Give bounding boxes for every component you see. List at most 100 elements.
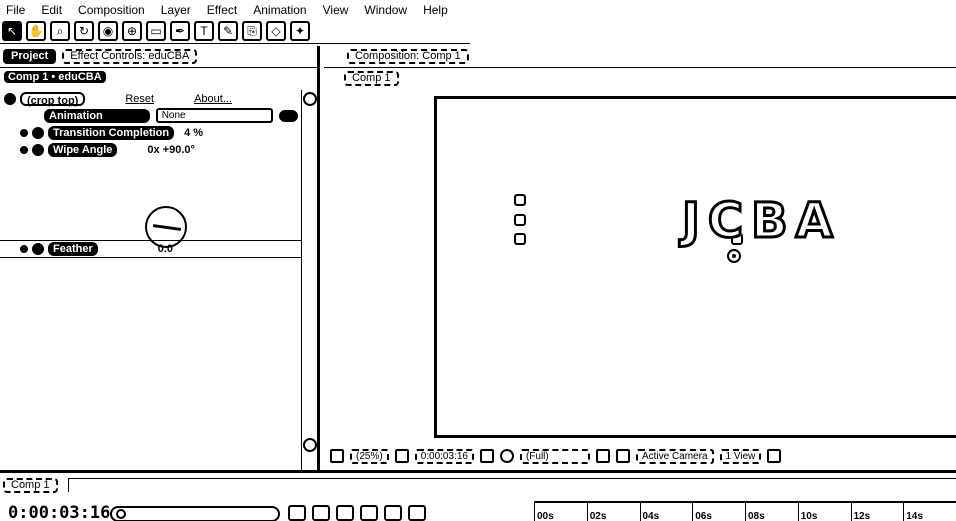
rotate-tool-icon[interactable]: ↻ [74, 21, 94, 41]
prop-value[interactable]: 4 % [184, 127, 203, 139]
camera-tool-icon[interactable]: ◉ [98, 21, 118, 41]
expand-triangle-icon[interactable] [20, 145, 28, 154]
composition-mini-flowchart-icon[interactable] [288, 505, 306, 521]
search-icon [116, 509, 126, 519]
rectangle-tool-icon[interactable]: ▭ [146, 21, 166, 41]
hand-tool-icon[interactable]: ✋ [26, 21, 46, 41]
presets-label: Animation Presets: [44, 108, 150, 136]
left-tab-bar: Project Effect Controls: eduCBA [0, 46, 317, 68]
effect-controls-header: Comp 1 • eduCBA [0, 68, 317, 85]
effect-list: (crop top) Reset About... Animation Pres… [0, 90, 302, 470]
prop-value[interactable]: 0.0 [158, 243, 173, 255]
timeline-tab-strip [68, 478, 956, 492]
presets-dropdown[interactable]: None [155, 108, 273, 123]
expand-triangle-icon[interactable] [20, 244, 28, 253]
prop-wipe-angle: Wipe Angle 0x +90.0° [0, 141, 302, 158]
menu-window[interactable]: Window [364, 3, 407, 17]
selection-tool-icon[interactable]: ↖ [2, 21, 22, 41]
timeline-tab[interactable]: Comp 1 [3, 478, 58, 493]
ruler-tick: 10s [797, 503, 851, 521]
ruler-tick: 12s [850, 503, 904, 521]
comp-subtab[interactable]: Comp 1 [344, 70, 399, 86]
layer-handle[interactable] [514, 214, 526, 226]
stopwatch-icon[interactable] [32, 143, 44, 156]
channel-icon[interactable] [499, 449, 514, 463]
presets-nav-icon[interactable] [278, 109, 298, 122]
divider [0, 257, 302, 258]
clone-tool-icon[interactable]: ⎘ [242, 21, 262, 41]
menu-animation[interactable]: Animation [253, 3, 306, 17]
ruler-tick: 14s [903, 503, 956, 521]
text-tool-icon[interactable]: T [194, 21, 214, 41]
effect-name: (crop top) [20, 91, 86, 107]
comp-layer-label: Comp 1 • eduCBA [4, 70, 106, 83]
ruler-tick: 02s [586, 503, 640, 521]
graph-editor-icon[interactable] [408, 505, 426, 521]
always-preview-icon[interactable] [330, 449, 344, 463]
ruler-tick: 04s [639, 503, 693, 521]
transparency-grid-icon[interactable] [615, 449, 630, 463]
zoom-tool-icon[interactable]: ⌕ [50, 21, 70, 41]
stopwatch-icon[interactable] [32, 126, 44, 139]
reset-link[interactable]: Reset [125, 93, 154, 105]
presets-row: Animation Presets: None [0, 107, 302, 136]
prop-value[interactable]: 0x +90.0° [147, 144, 195, 156]
pen-tool-icon[interactable]: ✒ [170, 21, 190, 41]
timeline-timecode[interactable]: 0:00:03:16 [8, 503, 110, 521]
menu-edit[interactable]: Edit [41, 3, 62, 17]
region-of-interest-icon[interactable] [595, 449, 610, 463]
stopwatch-icon[interactable] [32, 242, 44, 255]
effect-controls-panel: Project Effect Controls: eduCBA Comp 1 •… [0, 46, 320, 470]
effect-row[interactable]: (crop top) Reset About... [0, 90, 302, 107]
effect-toggle-icon[interactable] [4, 92, 16, 105]
draft-3d-icon[interactable] [312, 505, 330, 521]
menu-bar: File Edit Composition Layer Effect Anima… [0, 0, 956, 19]
tab-effect-controls[interactable]: Effect Controls: eduCBA [62, 49, 198, 64]
tab-project[interactable]: Project [3, 49, 57, 64]
resolution-dropdown[interactable]: (Full) [519, 448, 590, 464]
eraser-tool-icon[interactable]: ◇ [266, 21, 286, 41]
timeline-search-input[interactable] [110, 506, 280, 521]
tools-toolbar: ↖ ✋ ⌕ ↻ ◉ ⊕ ▭ ✒ T ✎ ⎘ ◇ ✦ [0, 19, 470, 44]
active-camera-dropdown[interactable]: Active Camera [635, 448, 714, 464]
hide-shy-icon[interactable] [336, 505, 354, 521]
scroll-down-icon[interactable] [303, 438, 317, 452]
timeline-switches [288, 505, 426, 521]
motion-blur-icon[interactable] [384, 505, 402, 521]
expand-triangle-icon[interactable] [20, 128, 28, 137]
menu-help[interactable]: Help [423, 3, 448, 17]
pan-behind-tool-icon[interactable]: ⊕ [122, 21, 142, 41]
vertical-scrollbar[interactable] [301, 90, 317, 470]
layer-handle[interactable] [514, 194, 526, 206]
pixel-aspect-icon[interactable] [767, 449, 782, 463]
layer-handle[interactable] [514, 233, 526, 245]
snapshot-icon[interactable] [479, 449, 494, 463]
prop-label: Feather [48, 241, 98, 256]
anchor-point-icon[interactable] [727, 249, 741, 263]
timeline-panel: Comp 1 0:00:03:16 00s 02s 04s 06s 08s 10… [0, 470, 956, 521]
about-link[interactable]: About... [194, 93, 232, 105]
view-layout-dropdown[interactable]: 1 View [719, 448, 762, 464]
prop-feather: Feather 0.0 [0, 240, 302, 257]
magnification-dropdown[interactable]: (25%) [350, 448, 389, 464]
tab-composition[interactable]: Composition: Comp 1 [347, 49, 469, 64]
grid-icon[interactable] [394, 449, 409, 463]
comp-tab-bar: Composition: Comp 1 [324, 46, 956, 68]
prop-label: Wipe Angle [48, 142, 118, 157]
menu-composition[interactable]: Composition [78, 3, 145, 17]
composition-panel: Composition: Comp 1 Comp 1 JCBA (25%) 0:… [324, 46, 956, 470]
menu-view[interactable]: View [323, 3, 349, 17]
puppet-tool-icon[interactable]: ✦ [290, 21, 310, 41]
frame-blending-icon[interactable] [360, 505, 378, 521]
scroll-up-icon[interactable] [302, 92, 317, 106]
composition-viewer[interactable]: JCBA [434, 96, 956, 438]
menu-layer[interactable]: Layer [161, 3, 191, 17]
current-time-button[interactable]: 0:00:03:16 [414, 448, 474, 464]
menu-file[interactable]: File [6, 3, 25, 17]
menu-effect[interactable]: Effect [207, 3, 237, 17]
viewer-bottom-bar: (25%) 0:00:03:16 (Full) Active Camera 1 … [324, 444, 956, 468]
time-ruler[interactable]: 00s 02s 04s 06s 08s 10s 12s 14s [534, 501, 956, 521]
prop-label: Transition Completion [48, 125, 175, 140]
brush-tool-icon[interactable]: ✎ [218, 21, 238, 41]
ruler-tick: 08s [745, 503, 798, 521]
